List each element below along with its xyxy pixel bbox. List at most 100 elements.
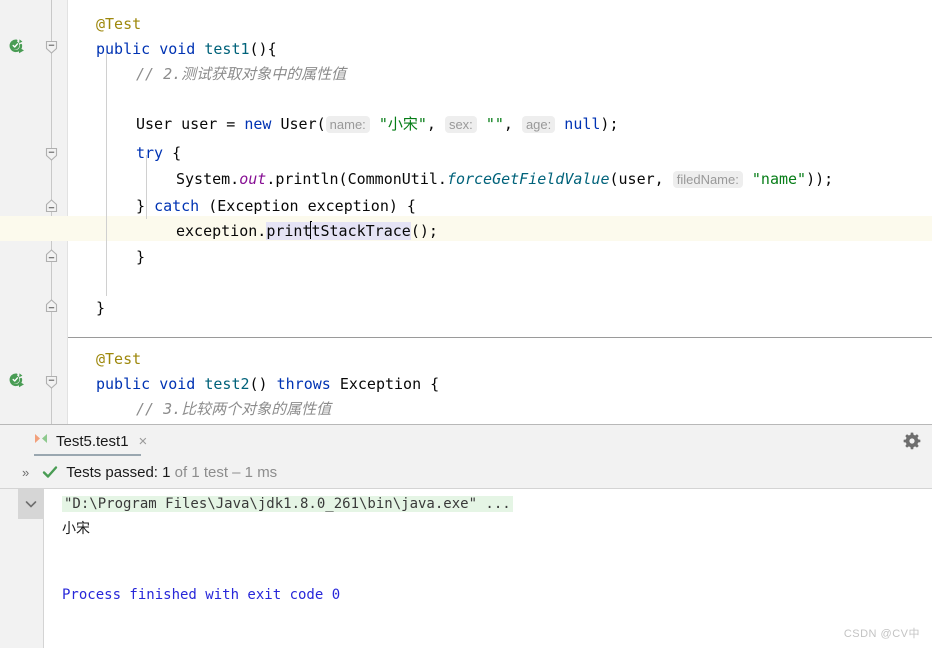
code-token: catch [154, 197, 200, 215]
run-tool-window: Test5.test1 × » Tests passed: 1 of 1 tes… [0, 424, 932, 648]
run-configuration-icon [34, 431, 49, 451]
test-status-text: Tests passed: 1 of 1 test – 1 ms [66, 464, 277, 481]
code-token: { [163, 144, 182, 162]
code-line: public void test1(){ [96, 37, 277, 62]
check-icon [42, 464, 58, 480]
code-token: test2 [204, 375, 250, 393]
code-token: new [244, 115, 272, 133]
code-line: System.out.println(CommonUtil.forceGetFi… [176, 167, 833, 192]
code-line: } catch (Exception exception) { [136, 194, 416, 219]
console-line: "D:\Program Files\Java\jdk1.8.0_261\bin\… [62, 493, 513, 515]
editor-gutter[interactable] [0, 0, 36, 424]
code-token: } [136, 197, 155, 215]
code-token: } [136, 248, 146, 266]
code-text-area[interactable]: @Test public void test1(){// 2.测试获取对象中的属性… [0, 0, 932, 424]
code-line: } [136, 245, 145, 270]
expand-output-icon[interactable]: » [22, 465, 29, 480]
code-token: tStackTrace [311, 222, 411, 240]
code-line: try { [136, 141, 181, 166]
code-token: exception. [176, 222, 267, 240]
code-token: (Exception exception) { [199, 197, 416, 215]
code-token: @Test [96, 350, 142, 368]
code-token: "name" [751, 170, 807, 188]
fold-marker-expanded-top[interactable] [44, 375, 59, 390]
code-token: .println(CommonUtil. [266, 170, 447, 188]
run-test-gutter-icon[interactable] [8, 372, 26, 390]
code-token: public [96, 40, 151, 58]
code-token: (user, [609, 170, 673, 188]
gear-icon[interactable] [902, 431, 922, 451]
code-line: User user = new User(name: "小宋", sex: ""… [136, 112, 618, 137]
code-token: Exception { [330, 375, 440, 393]
ide-window: @Test public void test1(){// 2.测试获取对象中的属性… [0, 0, 932, 648]
code-token: name: [325, 116, 370, 133]
watermark: CSDN @CV中 [843, 628, 920, 640]
code-token: void [159, 375, 196, 393]
code-token: (){ [249, 40, 277, 58]
run-tab-bar: Test5.test1 × [0, 425, 932, 457]
fold-marker-expanded-bottom[interactable] [44, 248, 59, 263]
code-line: exception.printtStackTrace(); [176, 219, 438, 244]
indent-guide [106, 52, 107, 296]
close-icon[interactable]: × [136, 433, 148, 450]
code-token: void [159, 40, 196, 58]
code-token: test1 [204, 40, 250, 58]
console-rail [18, 519, 44, 648]
code-line: // 2.测试获取对象中的属性值 [136, 62, 346, 87]
code-line: @Test [96, 12, 141, 37]
fold-marker-expanded-top[interactable] [44, 40, 59, 55]
fold-marker-expanded-bottom[interactable] [44, 198, 59, 213]
code-token: throws [276, 375, 331, 393]
code-token: public [96, 375, 151, 393]
code-token: "小宋" [378, 115, 427, 133]
code-token: // 3.比较两个对象的属性值 [136, 400, 332, 418]
code-token: } [96, 299, 106, 317]
code-token: out [239, 170, 267, 188]
console-line: Process finished with exit code 0 [62, 584, 340, 606]
chevron-down-icon [25, 501, 37, 508]
code-line: // 3.比较两个对象的属性值 [136, 397, 331, 422]
console-text: Process finished with exit code 0 [62, 587, 341, 603]
code-token: // 2.测试获取对象中的属性值 [136, 65, 347, 83]
code-token: , [503, 115, 522, 133]
code-token: )); [806, 170, 834, 188]
code-token: User user = [136, 115, 245, 133]
code-token: "" [485, 115, 504, 133]
console-text: 小宋 [62, 521, 90, 537]
code-token: , [426, 115, 445, 133]
code-line: } [96, 296, 105, 321]
tab-label: Test5.test1 [56, 432, 129, 450]
console-output[interactable]: "D:\Program Files\Java\jdk1.8.0_261\bin\… [44, 489, 932, 648]
tab-test5-test1[interactable]: Test5.test1 × [34, 427, 147, 455]
console-collapse-toggle[interactable] [18, 489, 44, 519]
code-line: public void test2() throws Exception { [96, 372, 439, 397]
tests-passed-suffix: of 1 test – 1 ms [170, 463, 278, 481]
code-token: null [564, 115, 601, 133]
caret-row-highlight [0, 216, 932, 241]
method-separator [68, 337, 932, 338]
run-test-gutter-icon[interactable] [8, 38, 26, 56]
code-token: try [136, 144, 164, 162]
code-token: @Test [96, 15, 142, 33]
code-token: User( [271, 115, 326, 133]
fold-marker-expanded-bottom[interactable] [44, 298, 59, 313]
code-token: System. [176, 170, 240, 188]
code-token: age: [521, 116, 556, 133]
code-token: (); [410, 222, 438, 240]
code-editor[interactable]: @Test public void test1(){// 2.测试获取对象中的属性… [0, 0, 932, 424]
tests-passed-label: Tests passed: 1 [66, 463, 171, 481]
code-token: ); [600, 115, 619, 133]
fold-marker-expanded-top[interactable] [44, 147, 59, 162]
console-text: "D:\Program Files\Java\jdk1.8.0_261\bin\… [62, 496, 513, 512]
code-token: forceGetFieldValue [446, 170, 610, 188]
code-token: filedName: [672, 171, 743, 188]
code-token: sex: [444, 116, 477, 133]
code-line: @Test [96, 347, 141, 372]
code-token: print [266, 222, 312, 240]
code-token: () [249, 375, 277, 393]
